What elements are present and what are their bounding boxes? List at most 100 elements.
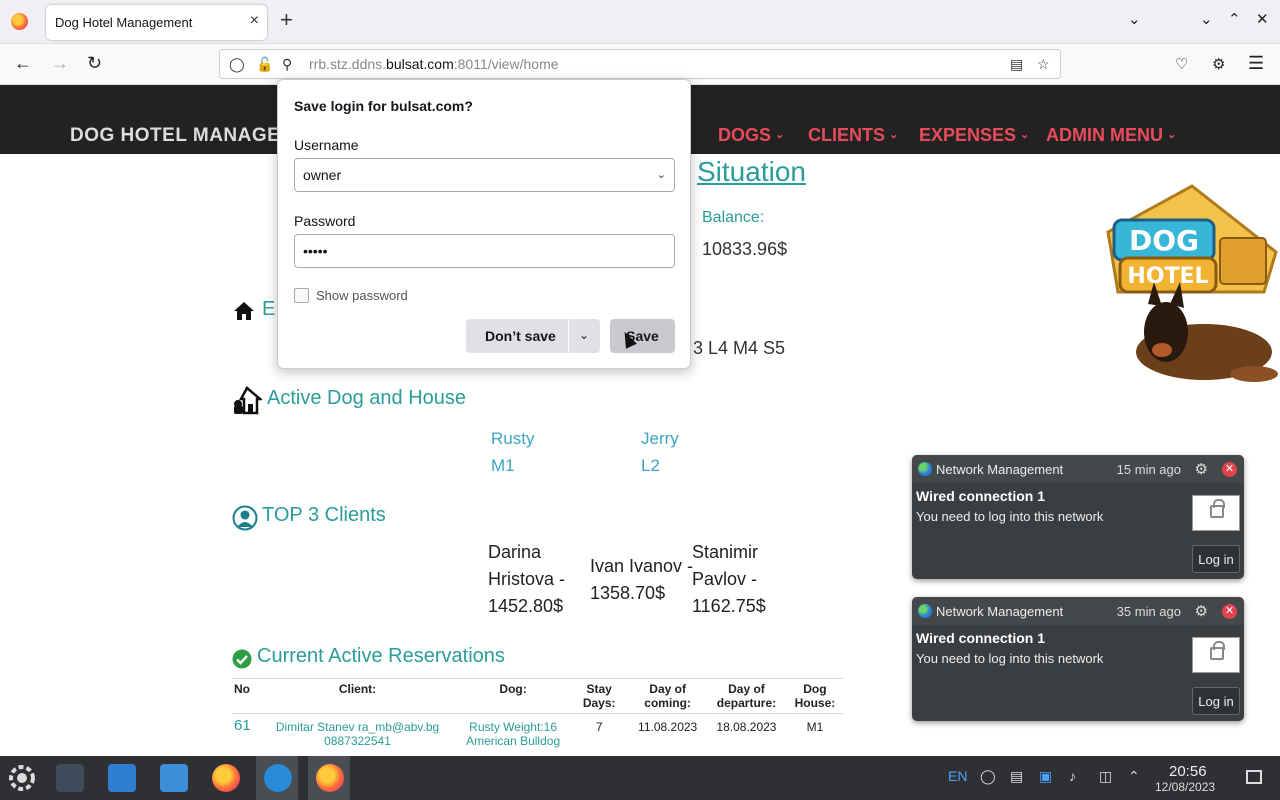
close-icon[interactable]: ✕ (1222, 462, 1237, 477)
language-indicator[interactable]: EN (948, 768, 967, 784)
reader-view-icon[interactable]: ▤ (1010, 56, 1023, 73)
notification-header: Network Management 35 min ago ⚙ ✕ (912, 597, 1244, 625)
extensions-icon[interactable]: ⚙ (1212, 55, 1225, 73)
empty-houses-title: E (262, 298, 276, 320)
lock-icon (1210, 641, 1225, 660)
chevron-down-icon[interactable]: ⌄ (657, 168, 666, 181)
browser-tab[interactable]: Dog Hotel Management × (46, 5, 267, 40)
close-window-icon[interactable]: ✕ (1256, 10, 1269, 28)
reservation-stay: 7 (595, 720, 603, 734)
username-field[interactable]: owner ⌄ (294, 158, 675, 192)
balance-label: Balance: (702, 209, 765, 226)
notification-app: Network Management (936, 462, 1064, 477)
log-in-button[interactable]: Log in (1192, 545, 1240, 573)
notification-body: You need to log into this network (916, 651, 1104, 666)
situation-link[interactable]: Situation (697, 156, 806, 188)
home-icon (234, 302, 254, 320)
menu-clients[interactable]: CLIENTS ⌄ (808, 125, 898, 146)
clock-time[interactable]: 20:56 (1169, 763, 1207, 780)
notification-title: Wired connection 1 (916, 488, 1046, 504)
show-desktop-icon[interactable] (1246, 770, 1262, 784)
chevron-down-icon: ⌄ (889, 129, 899, 141)
minimize-icon[interactable]: ⌄ (1200, 10, 1213, 28)
settings-app-icon[interactable] (56, 764, 84, 792)
menu-dogs[interactable]: DOGS ⌄ (718, 125, 784, 146)
pocket-icon[interactable]: ♡ (1175, 55, 1188, 73)
lock-thumbnail (1192, 637, 1240, 673)
dog-house: L2 (641, 456, 660, 475)
firefox-window-icon[interactable] (316, 764, 344, 792)
show-password-label[interactable]: Show password (316, 288, 408, 303)
app-launcher-icon[interactable] (8, 764, 36, 792)
firefox-app-icon[interactable] (212, 764, 240, 792)
username-value: owner (303, 167, 342, 183)
chevron-down-icon: ⌄ (1167, 129, 1177, 141)
save-login-popup: Save login for bulsat.com? Username owne… (277, 79, 691, 369)
store-app-icon[interactable] (108, 764, 136, 792)
password-field[interactable]: ••••• (294, 234, 675, 268)
menu-admin[interactable]: ADMIN MENU ⌄ (1046, 125, 1176, 146)
volume-icon[interactable]: ♪ (1069, 768, 1076, 784)
insecure-lock-icon[interactable]: 🔓 (256, 56, 273, 73)
col-coming: Day of coming: (628, 678, 708, 714)
maximize-icon[interactable]: ⌃ (1228, 10, 1241, 28)
clock-date[interactable]: 12/08/2023 (1155, 780, 1215, 794)
dog-house-icon (234, 386, 262, 415)
files-app-icon[interactable] (160, 764, 188, 792)
clipboard-icon[interactable]: ▤ (1010, 768, 1023, 785)
bookmark-star-icon[interactable]: ☆ (1037, 56, 1050, 73)
site-title[interactable]: DOG HOTEL MANAGE (70, 125, 280, 147)
active-dog-entry[interactable]: Jerry L2 (641, 425, 679, 479)
dont-save-label: Don’t save (485, 328, 556, 344)
tab-close-icon[interactable]: × (250, 12, 259, 30)
configure-icon[interactable]: ⚙ (1195, 460, 1208, 478)
col-departure: Day of departure: (707, 678, 786, 714)
url-bar[interactable]: ◯ 🔓 ⚲ rrb.stz.ddns.bulsat.com:8011/view/… (219, 49, 1061, 79)
log-in-button[interactable]: Log in (1192, 687, 1240, 715)
back-icon[interactable]: ← (14, 53, 32, 74)
dont-save-button[interactable]: Don’t save ⌄ (466, 319, 600, 353)
shield-icon[interactable]: ◯ (229, 56, 245, 73)
menu-icon[interactable]: ☰ (1248, 53, 1264, 74)
active-dog-entry[interactable]: Rusty M1 (491, 425, 534, 479)
col-client: Client: (258, 678, 457, 714)
configure-icon[interactable]: ⚙ (1195, 602, 1208, 620)
col-house: Dog House: (785, 678, 844, 714)
reservation-no[interactable]: 61 (232, 714, 259, 755)
balance-value: 10833.96$ (702, 239, 788, 259)
forward-icon[interactable]: → (51, 53, 69, 74)
url-text: rrb.stz.ddns.bulsat.com:8011/view/home (309, 56, 559, 72)
network-globe-icon (918, 462, 932, 476)
top-client-3: Stanimir Pavlov - 1162.75$ (692, 542, 766, 616)
menu-expenses[interactable]: EXPENSES ⌄ (919, 125, 1029, 146)
update-icon[interactable]: ◯ (980, 768, 996, 785)
chevron-down-icon: ⌄ (1020, 129, 1030, 141)
network-icon[interactable]: ◫ (1099, 768, 1112, 785)
notifications-icon[interactable]: ▣ (1039, 768, 1052, 785)
reservation-dog[interactable]: Rusty Weight:16 American Bulldog (456, 714, 570, 755)
top-clients-title: TOP 3 Clients (262, 504, 386, 526)
lock-icon (1210, 499, 1225, 518)
dog-hotel-logo: DOG HOTEL (1106, 184, 1278, 382)
notification-time: 35 min ago (1116, 604, 1181, 619)
reservations-title: Current Active Reservations (257, 645, 505, 667)
list-tabs-icon[interactable]: ⌄ (1128, 10, 1141, 28)
key-icon[interactable]: ⚲ (282, 56, 292, 73)
network-notification: Network Management 15 min ago ⚙ ✕ Wired … (912, 455, 1244, 579)
lock-thumbnail (1192, 495, 1240, 531)
close-icon[interactable]: ✕ (1222, 604, 1237, 619)
top-client-2: Ivan Ivanov - 1358.70$ (590, 556, 694, 603)
new-tab-button[interactable]: + (280, 9, 293, 31)
show-password-checkbox[interactable] (294, 288, 309, 303)
vpn-app-icon[interactable] (264, 764, 292, 792)
tray-expand-icon[interactable]: ⌃ (1128, 768, 1140, 785)
reservation-client[interactable]: Dimitar Stanev ra_mb@abv.bg 0887322541 (259, 714, 456, 755)
table-row: 61 Dimitar Stanev ra_mb@abv.bg 088732254… (232, 714, 844, 755)
col-no: No (232, 678, 259, 714)
taskbar: EN ◯ ▤ ▣ ♪ ◫ ⌃ 20:56 12/08/2023 (0, 756, 1280, 800)
reservation-house: M1 (806, 720, 824, 734)
chevron-down-icon[interactable]: ⌄ (579, 328, 589, 342)
firefox-icon (11, 13, 28, 30)
notification-body: You need to log into this network (916, 509, 1104, 524)
reload-icon[interactable]: ↻ (87, 53, 102, 74)
